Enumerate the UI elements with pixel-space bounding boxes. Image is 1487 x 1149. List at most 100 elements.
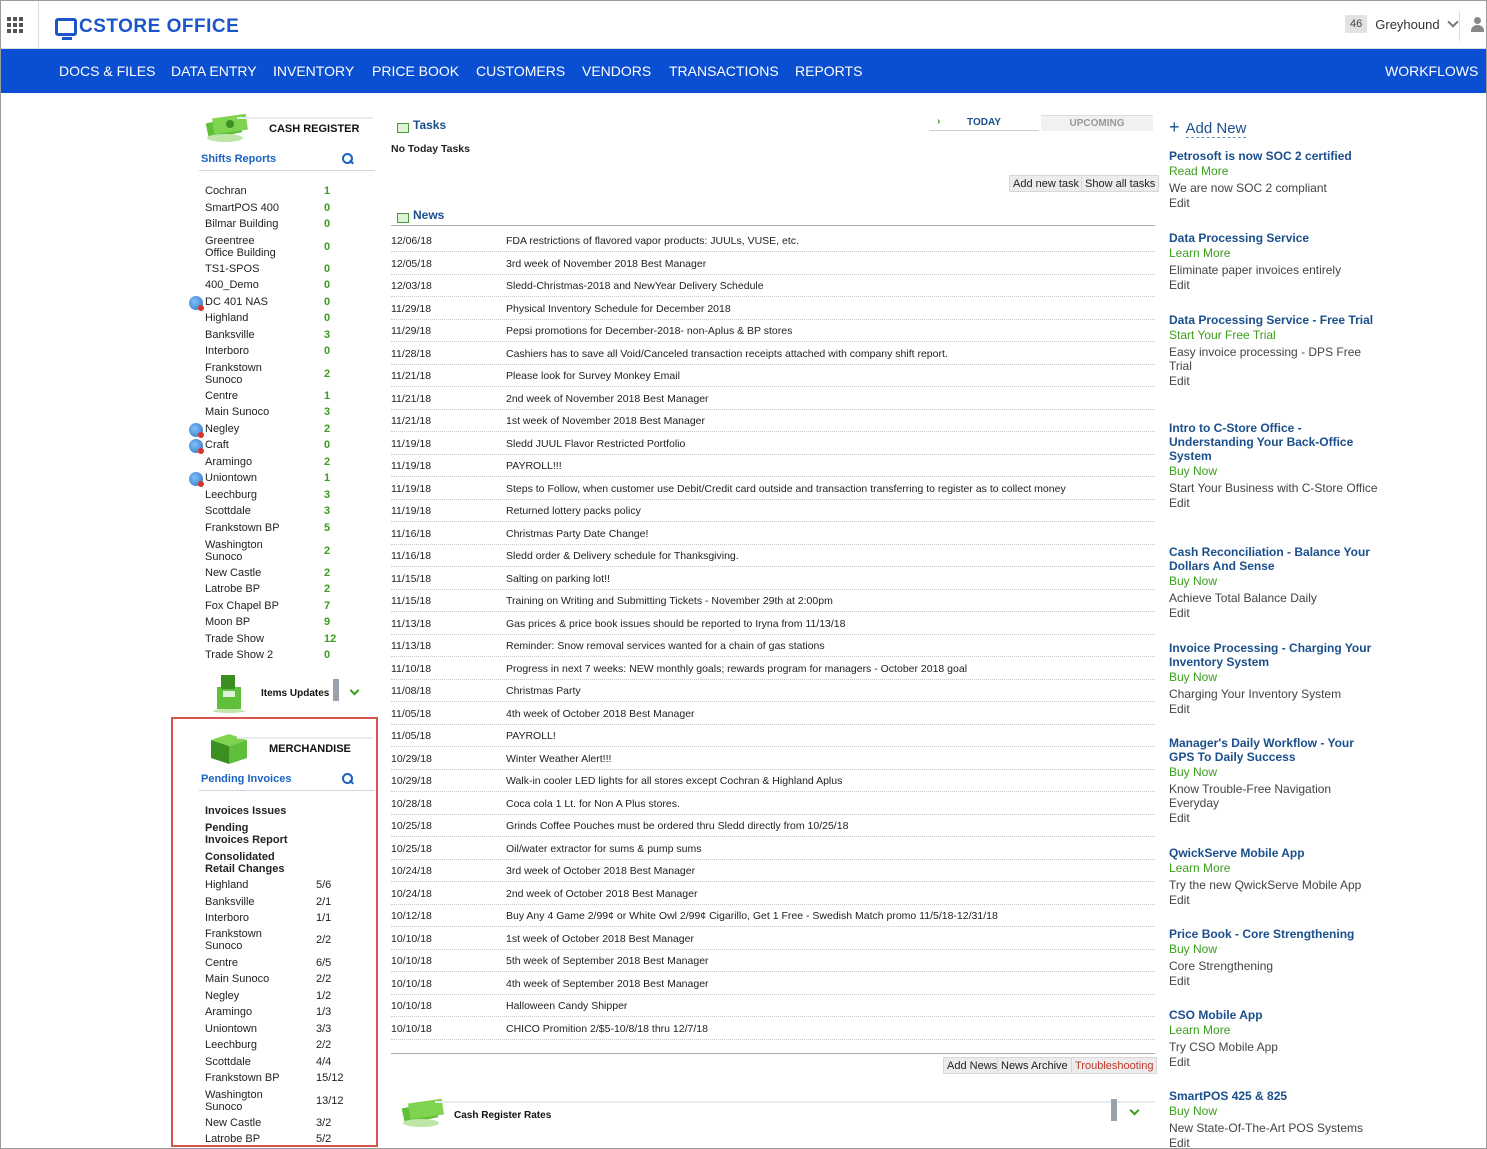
news-row[interactable]: 10/29/18 Winter Weather Alert!!! xyxy=(391,748,1155,770)
promo-link[interactable]: Buy Now xyxy=(1169,573,1379,590)
promo-link[interactable]: Buy Now xyxy=(1169,764,1379,781)
promo-link[interactable]: Buy Now xyxy=(1169,941,1379,958)
news-row[interactable]: 10/25/18 Grinds Coffee Pouches must be or… xyxy=(391,815,1155,837)
shift-row[interactable]: 400_Demo 0 xyxy=(199,279,375,293)
add-news-button[interactable]: Add News xyxy=(943,1057,1002,1074)
promo-edit-link[interactable]: Edit xyxy=(1169,892,1379,909)
items-updates-label[interactable]: Items Updates xyxy=(261,688,329,699)
promo-title[interactable]: Data Processing Service xyxy=(1169,231,1379,245)
news-row[interactable]: 11/19/18 Returned lottery packs policy xyxy=(391,500,1155,522)
shift-row[interactable]: Moon BP 9 xyxy=(199,616,375,630)
promo-link[interactable]: Buy Now xyxy=(1169,463,1379,480)
news-row[interactable]: 11/16/18 Christmas Party Date Change! xyxy=(391,523,1155,545)
chevron-down-icon[interactable] xyxy=(349,685,360,696)
news-row[interactable]: 12/05/18 3rd week of November 2018 Best M… xyxy=(391,253,1155,275)
promo-edit-link[interactable]: Edit xyxy=(1169,373,1379,390)
promo-title[interactable]: Intro to C-Store Office - Understanding … xyxy=(1169,421,1379,463)
troubleshooting-button[interactable]: Troubleshooting xyxy=(1071,1057,1158,1074)
nav-vendors[interactable]: VENDORS xyxy=(582,63,651,79)
news-row[interactable]: 10/10/18 4th week of September 2018 Best … xyxy=(391,973,1155,995)
news-row[interactable]: 11/19/18 Sledd JUUL Flavor Restricted Por… xyxy=(391,433,1155,455)
add-new-button[interactable]: + Add New xyxy=(1169,117,1247,138)
news-row[interactable]: 10/28/18 Coca cola 1 Lt. for Non A Plus s… xyxy=(391,793,1155,815)
nav-price-book[interactable]: PRICE BOOK xyxy=(372,63,459,79)
news-link[interactable]: 1st week of October 2018 Best Manager xyxy=(506,933,694,945)
news-row[interactable]: 10/10/18 5th week of September 2018 Best … xyxy=(391,950,1155,972)
app-grid-icon[interactable] xyxy=(7,17,25,33)
news-row[interactable]: 11/29/18 Physical Inventory Schedule for … xyxy=(391,298,1155,320)
news-link[interactable]: Christmas Party xyxy=(506,685,581,697)
promo-edit-link[interactable]: Edit xyxy=(1169,195,1379,212)
news-link[interactable]: 2nd week of October 2018 Best Manager xyxy=(506,888,697,900)
shift-row[interactable]: SmartPOS 400 0 xyxy=(199,202,375,216)
tab-upcoming[interactable]: UPCOMING xyxy=(1041,115,1153,131)
promo-title[interactable]: Cash Reconciliation - Balance Your Dolla… xyxy=(1169,545,1379,573)
news-link[interactable]: CHICO Promition 2/$5-10/8/18 thru 12/7/1… xyxy=(506,1023,708,1035)
news-link[interactable]: 5th week of September 2018 Best Manager xyxy=(506,955,709,967)
news-link[interactable]: Cashiers has to save all Void/Canceled t… xyxy=(506,348,948,360)
news-link[interactable]: Sledd order & Delivery schedule for Than… xyxy=(506,550,739,562)
news-link[interactable]: Pepsi promotions for December-2018- non-… xyxy=(506,325,792,337)
news-link[interactable]: Grinds Coffee Pouches must be ordered th… xyxy=(506,820,848,832)
promo-link[interactable]: Read More xyxy=(1169,163,1379,180)
shift-row[interactable]: Greentree Office Building 0 xyxy=(199,235,375,261)
news-link[interactable]: Winter Weather Alert!!! xyxy=(506,753,611,765)
news-row[interactable]: 11/15/18 Training on Writing and Submitti… xyxy=(391,590,1155,612)
shift-row[interactable]: Frankstown Sunoco 2 xyxy=(199,362,375,388)
news-link[interactable]: Steps to Follow, when customer use Debit… xyxy=(506,483,1066,495)
shift-row[interactable]: Cochran 1 xyxy=(199,185,375,199)
user-menu[interactable]: 46 Greyhound xyxy=(1345,15,1459,33)
nav-data-entry[interactable]: DATA ENTRY xyxy=(171,63,257,79)
promo-title[interactable]: Petrosoft is now SOC 2 certified xyxy=(1169,149,1379,163)
nav-customers[interactable]: CUSTOMERS xyxy=(476,63,565,79)
search-icon[interactable] xyxy=(342,153,353,164)
news-link[interactable]: Progress in next 7 weeks: NEW monthly go… xyxy=(506,663,967,675)
news-link[interactable]: Please look for Survey Monkey Email xyxy=(506,370,680,382)
promo-link[interactable]: Learn More xyxy=(1169,245,1379,262)
shift-row[interactable]: Aramingo 2 xyxy=(199,456,375,470)
promo-edit-link[interactable]: Edit xyxy=(1169,701,1379,718)
news-link[interactable]: Walk-in cooler LED lights for all stores… xyxy=(506,775,842,787)
promo-title[interactable]: Data Processing Service - Free Trial xyxy=(1169,313,1379,327)
shift-row[interactable]: DC 401 NAS 0 xyxy=(189,296,375,311)
news-link[interactable]: Christmas Party Date Change! xyxy=(506,528,648,540)
shift-row[interactable]: Trade Show 2 0 xyxy=(199,649,375,663)
shift-row[interactable]: Fox Chapel BP 7 xyxy=(199,600,375,614)
promo-edit-link[interactable]: Edit xyxy=(1169,1054,1379,1071)
shift-row[interactable]: Latrobe BP 2 xyxy=(199,583,375,597)
news-link[interactable]: Sledd-Christmas-2018 and NewYear Deliver… xyxy=(506,280,764,292)
news-link[interactable]: Buy Any 4 Game 2/99¢ or White Owl 2/99¢ … xyxy=(506,910,998,922)
app-logo[interactable]: CSTORE OFFICE xyxy=(55,15,239,40)
shift-row[interactable]: Leechburg 3 xyxy=(199,489,375,503)
shift-row[interactable]: New Castle 2 xyxy=(199,567,375,581)
news-link[interactable]: Physical Inventory Schedule for December… xyxy=(506,303,731,315)
shift-row[interactable]: Banksville 3 xyxy=(199,329,375,343)
news-row[interactable]: 11/15/18 Salting on parking lot!! xyxy=(391,568,1155,590)
news-row[interactable]: 11/13/18 Reminder: Snow removal services … xyxy=(391,635,1155,657)
shift-row[interactable]: Negley 2 xyxy=(189,423,375,438)
news-row[interactable]: 10/10/18 1st week of October 2018 Best Ma… xyxy=(391,928,1155,950)
news-link[interactable]: 4th week of September 2018 Best Manager xyxy=(506,978,709,990)
promo-title[interactable]: Invoice Processing - Charging Your Inven… xyxy=(1169,641,1379,669)
news-row[interactable]: 11/13/18 Gas prices & price book issues s… xyxy=(391,613,1155,635)
news-row[interactable]: 11/10/18 Progress in next 7 weeks: NEW mo… xyxy=(391,658,1155,680)
shift-row[interactable]: Highland 0 xyxy=(199,312,375,326)
news-row[interactable]: 10/12/18 Buy Any 4 Game 2/99¢ or White Ow… xyxy=(391,905,1155,927)
news-row[interactable]: 11/21/18 1st week of November 2018 Best M… xyxy=(391,410,1155,432)
user-icon[interactable] xyxy=(1471,17,1484,33)
add-task-button[interactable]: Add new task xyxy=(1009,175,1084,192)
promo-link[interactable]: Buy Now xyxy=(1169,1103,1379,1120)
nav-inventory[interactable]: INVENTORY xyxy=(273,63,354,79)
news-row[interactable]: 12/03/18 Sledd-Christmas-2018 and NewYear… xyxy=(391,275,1155,297)
shifts-reports-link[interactable]: Shifts Reports xyxy=(201,153,276,165)
news-link[interactable]: 2nd week of November 2018 Best Manager xyxy=(506,393,709,405)
news-link[interactable]: PAYROLL! xyxy=(506,730,556,742)
news-link[interactable]: Gas prices & price book issues should be… xyxy=(506,618,846,630)
news-link[interactable]: 3rd week of October 2018 Best Manager xyxy=(506,865,695,877)
promo-link[interactable]: Buy Now xyxy=(1169,669,1379,686)
news-link[interactable]: Training on Writing and Submitting Ticke… xyxy=(506,595,833,607)
promo-edit-link[interactable]: Edit xyxy=(1169,973,1379,990)
shift-row[interactable]: Interboro 0 xyxy=(199,345,375,359)
nav-workflows[interactable]: WORKFLOWS xyxy=(1385,63,1478,79)
promo-link[interactable]: Learn More xyxy=(1169,860,1379,877)
